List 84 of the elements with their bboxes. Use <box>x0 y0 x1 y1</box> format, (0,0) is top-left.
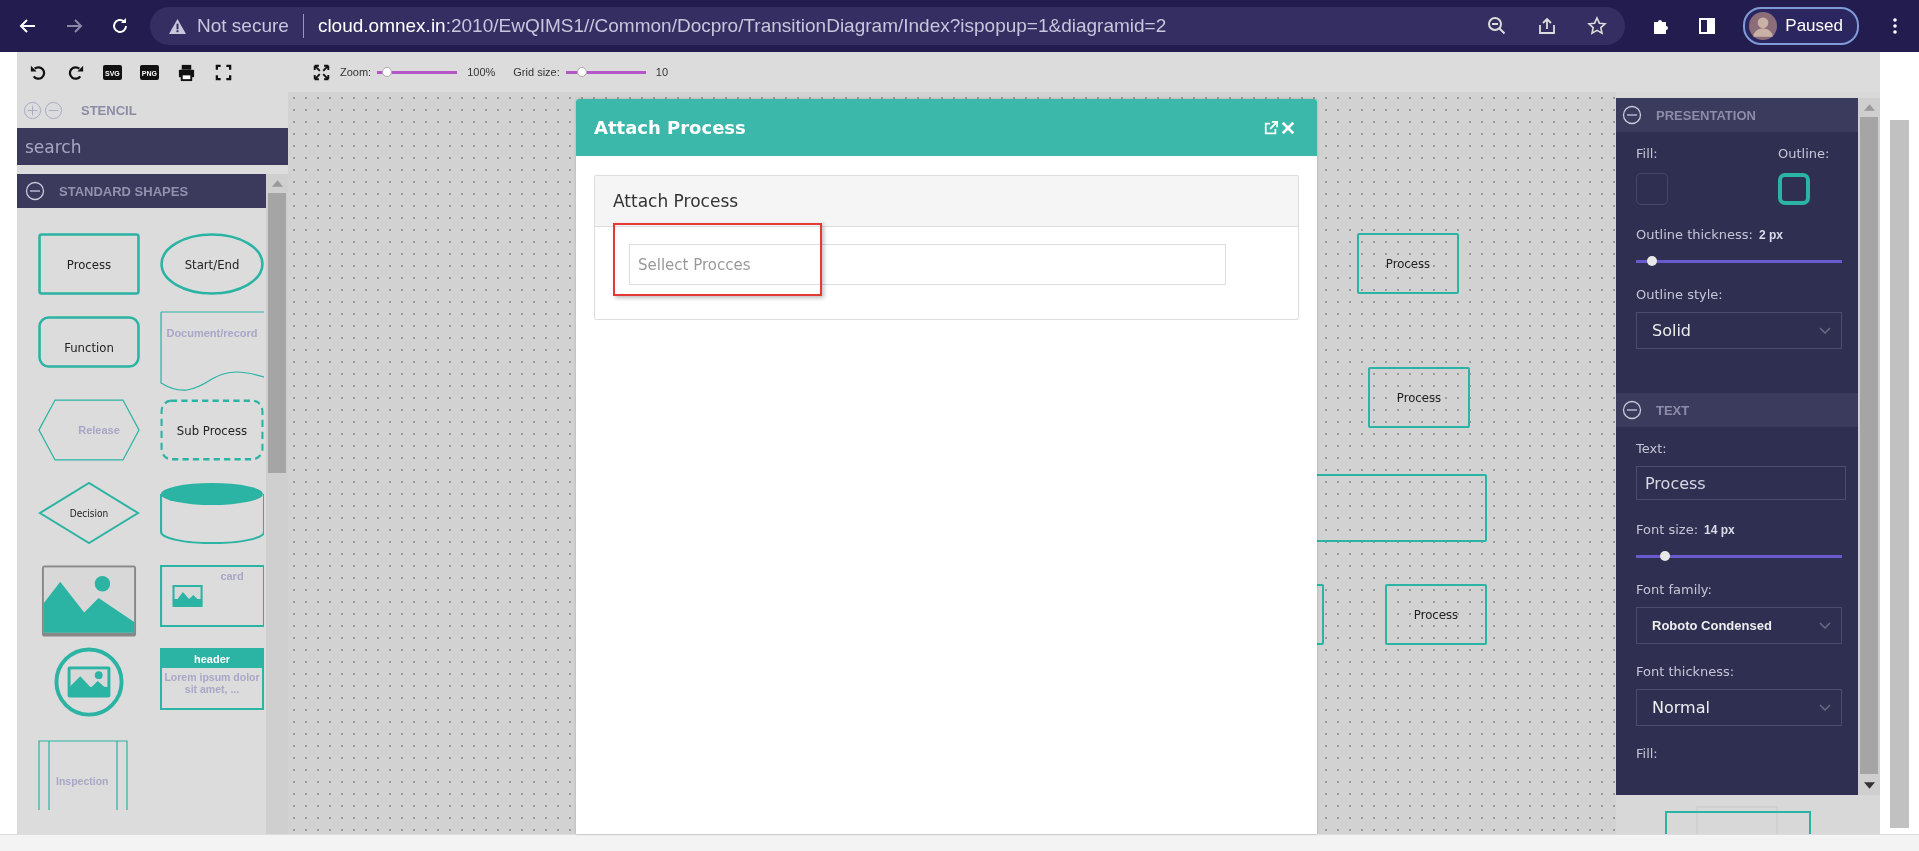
process-node[interactable]: Process <box>1385 584 1487 645</box>
circle-image-shape[interactable] <box>54 647 124 717</box>
cylinder-shape[interactable] <box>160 482 264 544</box>
card-header: header <box>162 650 262 668</box>
close-icon[interactable] <box>1281 120 1295 135</box>
fill-label: Fill: <box>1636 146 1659 161</box>
group-title: STANDARD SHAPES <box>59 183 189 199</box>
diamond-shape[interactable] <box>38 482 140 544</box>
group-header[interactable]: STANDARD SHAPES <box>17 174 266 208</box>
warning-icon <box>168 17 187 35</box>
reload-icon[interactable] <box>110 16 130 36</box>
profile-button[interactable]: Paused <box>1743 7 1859 45</box>
zoom-out-icon[interactable] <box>1487 16 1508 36</box>
font-family-label: Font family: <box>1636 582 1713 597</box>
image-shape[interactable] <box>41 564 137 638</box>
card-shape[interactable] <box>160 565 264 627</box>
url-text: cloud.omnex.in:2010/EwQIMS1//Common/Docpro/TransitionDiagram/Index?ispopup=1&diagramid=2 <box>317 15 1167 37</box>
grid-size-value: 10 <box>655 66 668 78</box>
font-thickness-dropdown[interactable]: Normal <box>1636 689 1842 726</box>
search-field[interactable]: search <box>17 128 288 165</box>
outline-style-label: Outline style: <box>1636 287 1724 302</box>
outline-thickness-label: Outline thickness: <box>1636 227 1753 242</box>
grid-size-slider[interactable] <box>565 70 646 74</box>
node-label: Process <box>1385 256 1431 271</box>
scrollbar[interactable] <box>1858 98 1880 795</box>
shape-label: Decision <box>69 507 109 519</box>
text-field[interactable]: Process <box>1636 466 1846 500</box>
shape-label: Process <box>66 256 112 272</box>
stencil-title: STENCIL <box>81 102 137 118</box>
shape-label: Start/End <box>184 256 240 272</box>
fullscreen-icon[interactable] <box>213 62 233 82</box>
zoom-slider[interactable] <box>377 70 458 74</box>
process-node[interactable]: Process <box>1357 233 1459 294</box>
card-title: Attach Process <box>613 191 739 211</box>
dashed-rounded-shape[interactable] <box>160 399 264 461</box>
outline-label: Outline: <box>1778 146 1831 161</box>
slider-thumb[interactable] <box>1659 551 1670 561</box>
slider-thumb[interactable] <box>381 66 392 77</box>
star-icon[interactable] <box>1587 16 1608 36</box>
node-label: Process <box>1396 390 1442 405</box>
dialog-title: Attach Process <box>594 117 747 138</box>
text-label: Text: <box>1636 441 1668 456</box>
chevron-down-icon <box>1819 704 1831 711</box>
scrollbar-thumb[interactable] <box>1860 117 1878 774</box>
slider-thumb[interactable] <box>1647 256 1658 266</box>
outline-swatch[interactable] <box>1778 173 1810 205</box>
process-select-field[interactable]: Sellect Procces <box>629 244 1226 285</box>
expand-icon[interactable] <box>312 63 330 81</box>
scroll-up-icon[interactable] <box>271 180 283 187</box>
process-node[interactable]: Process <box>1368 367 1470 428</box>
section-title: TEXT <box>1656 402 1690 418</box>
scrollbar-thumb[interactable] <box>268 193 286 473</box>
font-thickness-label: Font thickness: <box>1636 664 1736 679</box>
process-shape[interactable] <box>38 233 140 295</box>
grid-size-label: Grid size: <box>513 66 560 78</box>
share-icon[interactable] <box>1537 16 1558 36</box>
outline-thickness-value: 2 px <box>1758 228 1783 242</box>
address-bar[interactable]: Not secure cloud.omnex.in:2010/EwQIMS1//Common/Docpro/TransitionDiagram/Index?ispopup=1&diagramid=2 <box>150 7 1626 45</box>
sidebar-icon[interactable] <box>1697 16 1718 36</box>
zoom-label: Zoom: <box>339 66 372 78</box>
node-label: Process <box>1413 607 1459 622</box>
fill-label: Fill: <box>1636 746 1659 761</box>
chevron-down-icon <box>1819 622 1831 629</box>
section-title: PRESENTATION <box>1656 107 1756 123</box>
scroll-down-icon[interactable] <box>1863 782 1875 789</box>
print-icon[interactable] <box>176 62 196 82</box>
scroll-up-icon[interactable] <box>1863 104 1875 111</box>
ellipse-shape[interactable] <box>160 233 264 295</box>
external-link-icon[interactable] <box>1264 120 1278 135</box>
font-size-value: 14 px <box>1704 523 1735 537</box>
scrollbar-thumb[interactable] <box>1890 120 1909 828</box>
fill-swatch[interactable] <box>1636 173 1668 205</box>
shape-label: Function <box>64 339 114 355</box>
slider-thumb[interactable] <box>576 66 587 77</box>
hexagon-shape[interactable] <box>38 399 140 461</box>
zoom-value: 100% <box>467 66 496 78</box>
font-size-label: Font size: <box>1636 522 1699 537</box>
security-label: Not secure <box>197 15 289 37</box>
shape-label: Sub Process <box>176 422 248 438</box>
avatar-icon <box>1749 12 1778 40</box>
chevron-down-icon <box>1819 327 1831 334</box>
font-family-dropdown[interactable]: Roboto Condensed <box>1636 607 1842 644</box>
outline-style-dropdown[interactable]: Solid <box>1636 312 1842 349</box>
scrollbar[interactable] <box>266 174 288 834</box>
